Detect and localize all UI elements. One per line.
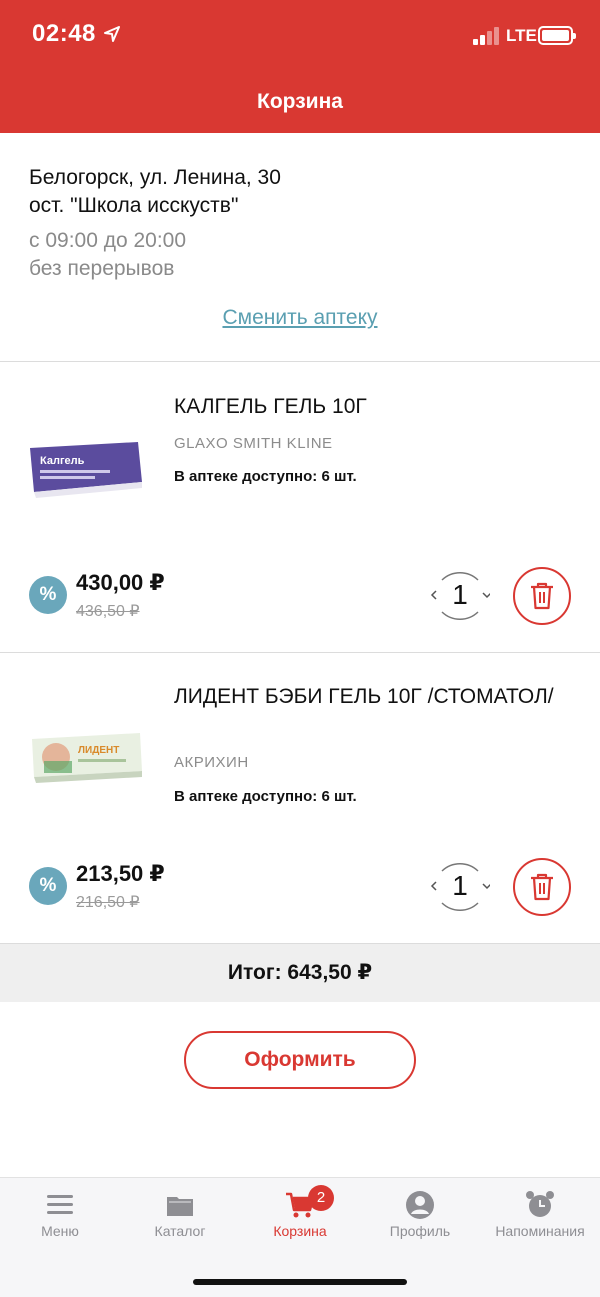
product-name[interactable]: ЛИДЕНТ БЭБИ ГЕЛЬ 10Г /СТОМАТОЛ/	[174, 682, 574, 711]
profile-icon	[406, 1191, 434, 1219]
quantity-value: 1	[452, 870, 468, 901]
tab-label: Каталог	[154, 1223, 206, 1239]
cart-item: Калгель КАЛГЕЛЬ ГЕЛЬ 10Г GLAXO SMITH KLI…	[0, 362, 600, 653]
pharmacy-info: Белогорск, ул. Ленина, 30 ост. "Школа ис…	[0, 133, 600, 362]
tab-label: Корзина	[273, 1223, 327, 1239]
menu-icon	[47, 1195, 73, 1214]
product-stock: В аптеке доступно: 6 шт.	[174, 788, 357, 805]
tab-profile[interactable]: Профиль	[360, 1178, 480, 1248]
pharmacy-hours: с 09:00 до 20:00 без перерывов	[29, 227, 186, 283]
location-arrow-icon	[104, 26, 120, 42]
product-image-label: ЛИДЕНТ	[78, 745, 119, 756]
tab-label: Меню	[41, 1223, 79, 1239]
tab-reminders[interactable]: Напоминания	[480, 1178, 600, 1248]
quantity-stepper[interactable]: 1	[430, 566, 490, 626]
total-bar: Итог: 643,50 ₽	[0, 944, 600, 1002]
tab-label: Напоминания	[495, 1223, 585, 1239]
page-title: Корзина	[257, 90, 343, 113]
product-image: Калгель	[30, 442, 142, 498]
network-type: LTE	[506, 26, 537, 45]
change-pharmacy-link[interactable]: Сменить аптеку	[0, 306, 600, 330]
cart-count-badge: 2	[308, 1185, 334, 1211]
nav-bar: Корзина	[0, 72, 600, 133]
delete-button[interactable]	[513, 858, 571, 916]
folder-icon	[167, 1197, 193, 1216]
product-manufacturer: GLAXO SMITH KLINE	[174, 435, 333, 452]
address-line1: Белогорск, ул. Ленина, 30	[29, 166, 281, 189]
tab-label: Профиль	[389, 1223, 451, 1239]
alarm-clock-icon	[526, 1191, 554, 1217]
signal-icon	[473, 27, 501, 45]
tab-cart[interactable]: Корзина	[240, 1178, 360, 1248]
tab-catalog[interactable]: Каталог	[120, 1178, 240, 1248]
pharmacy-address: Белогорск, ул. Ленина, 30 ост. "Школа ис…	[29, 164, 281, 220]
discount-icon: %	[29, 867, 67, 905]
cart-item: ЛИДЕНТ ЛИДЕНТ БЭБИ ГЕЛЬ 10Г /СТОМАТОЛ/ А…	[0, 653, 600, 944]
product-manufacturer: АКРИХИН	[174, 754, 249, 771]
status-bar: 02:48 LTE	[0, 0, 600, 72]
trash-icon	[531, 873, 553, 901]
product-old-price: 436,50 ₽	[76, 603, 140, 620]
product-image: ЛИДЕНТ	[32, 733, 142, 783]
tab-menu[interactable]: Меню	[0, 1178, 120, 1248]
trash-icon	[531, 582, 553, 610]
product-price: 213,50 ₽	[76, 861, 165, 886]
hours: с 09:00 до 20:00	[29, 229, 187, 252]
product-old-price: 216,50 ₽	[76, 894, 140, 911]
battery-icon	[538, 26, 576, 45]
quantity-value: 1	[452, 579, 468, 610]
product-price: 430,00 ₽	[76, 570, 165, 595]
break-info: без перерывов	[29, 257, 175, 280]
checkout-button[interactable]: Оформить	[184, 1031, 416, 1089]
delete-button[interactable]	[513, 567, 571, 625]
product-name[interactable]: КАЛГЕЛЬ ГЕЛЬ 10Г	[174, 392, 574, 421]
home-indicator[interactable]	[193, 1279, 407, 1285]
order-total: Итог: 643,50 ₽	[227, 961, 373, 984]
product-image-label: Калгель	[40, 455, 85, 467]
product-stock: В аптеке доступно: 6 шт.	[174, 468, 357, 485]
quantity-stepper[interactable]: 1	[430, 857, 490, 917]
address-line2: ост. "Школа исскуств"	[29, 194, 239, 217]
discount-icon: %	[29, 576, 67, 614]
status-time: 02:48	[32, 20, 96, 47]
